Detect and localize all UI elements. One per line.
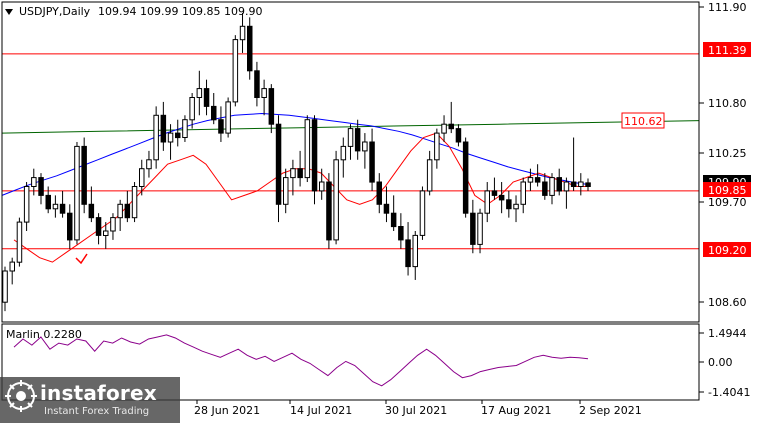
indicator-label: Marlin 0.2280 bbox=[6, 328, 82, 341]
candle bbox=[333, 150, 339, 245]
candle bbox=[462, 137, 469, 218]
time-tick: 17 Aug 2021 bbox=[481, 404, 551, 417]
indicator-tick: 1.4944 bbox=[708, 327, 747, 340]
candle bbox=[247, 17, 253, 80]
watermark-brand: instaforex bbox=[40, 381, 157, 405]
price-tick: 111.90 bbox=[708, 1, 747, 14]
level-label-111-39: 111.39 bbox=[708, 44, 747, 57]
time-tick: 2 Sep 2021 bbox=[579, 404, 642, 417]
instaforex-watermark: instaforex Instant Forex Trading bbox=[0, 377, 180, 423]
price-tick: 109.70 bbox=[708, 196, 747, 209]
candle bbox=[81, 137, 87, 214]
trendline-price-label: 110.62 bbox=[624, 115, 663, 128]
price-chart[interactable]: USDJPY,Daily 109.94 109.99 109.85 109.90… bbox=[0, 0, 758, 423]
candle bbox=[311, 115, 318, 205]
time-tick: 30 Jul 2021 bbox=[385, 404, 447, 417]
candle bbox=[16, 217, 23, 267]
price-tick: 110.80 bbox=[708, 97, 747, 110]
candle bbox=[326, 173, 332, 249]
candle bbox=[225, 97, 231, 138]
indicator-tick: 0.00 bbox=[708, 356, 733, 369]
instaforex-logo-icon bbox=[5, 380, 37, 412]
candle bbox=[74, 141, 80, 245]
candle bbox=[419, 186, 426, 240]
candle bbox=[131, 182, 138, 223]
watermark-tagline: Instant Forex Trading bbox=[44, 406, 150, 417]
price-tick: 110.25 bbox=[708, 147, 747, 160]
candle bbox=[153, 106, 159, 169]
level-label-109-20: 109.20 bbox=[708, 244, 747, 257]
candle bbox=[304, 115, 311, 183]
symbol-label: USDJPY,Daily bbox=[19, 5, 91, 18]
time-tick: 14 Jul 2021 bbox=[290, 404, 352, 417]
level-label-109-85: 109.85 bbox=[708, 184, 747, 197]
candle bbox=[232, 35, 239, 107]
ohlc-values: 109.94 109.99 109.85 109.90 bbox=[98, 5, 262, 18]
time-tick: 28 Jun 2021 bbox=[194, 404, 260, 417]
indicator-tick: -1.4041 bbox=[708, 386, 750, 399]
price-tick: 108.60 bbox=[708, 296, 747, 309]
candle bbox=[182, 115, 188, 142]
